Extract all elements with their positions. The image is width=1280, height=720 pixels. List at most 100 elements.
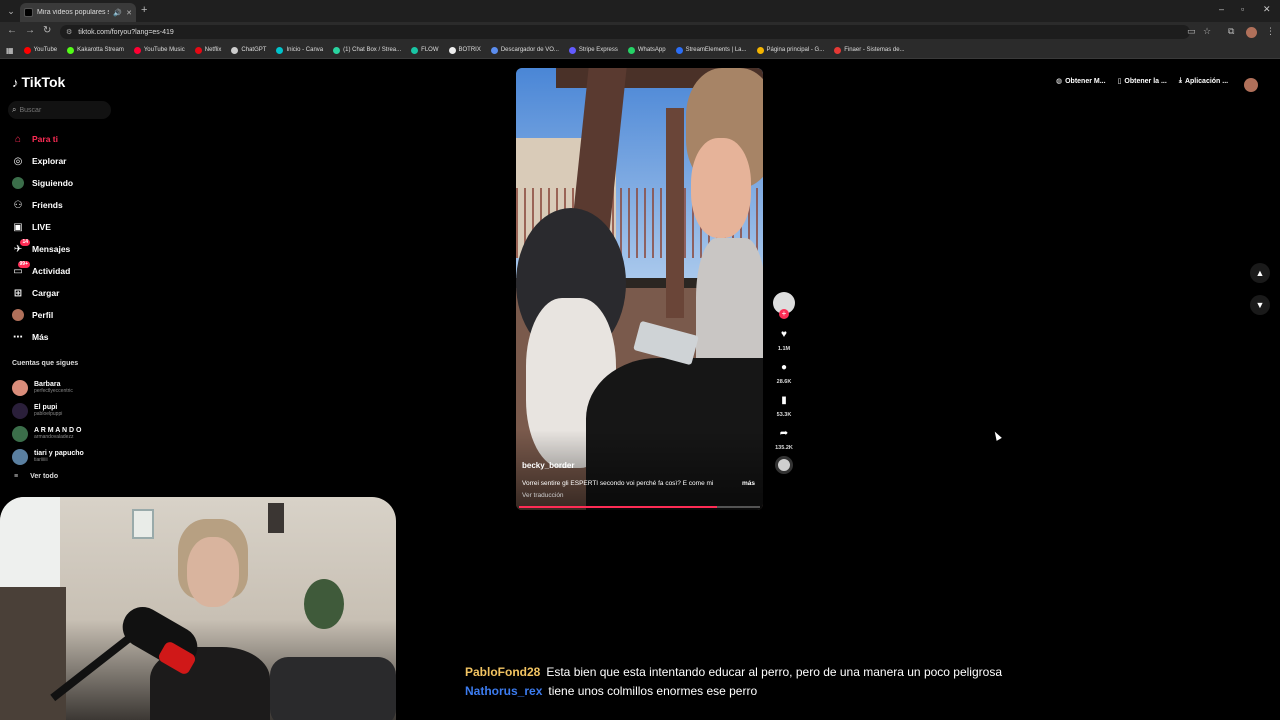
comment-count: 28.6K <box>776 379 792 385</box>
account-name: tiari y papucho <box>34 450 84 457</box>
avatar <box>12 402 28 419</box>
bookmark-downloader[interactable]: Descargador de VO... <box>490 46 559 54</box>
sidebar-item-cargar[interactable]: ⊞ Cargar <box>12 282 132 304</box>
creator-avatar[interactable]: + <box>773 292 795 319</box>
browser-menu-icon[interactable]: ⋮ <box>1266 26 1275 37</box>
comment-button[interactable]: ● 28.6K <box>772 357 796 387</box>
user-avatar[interactable] <box>1244 78 1258 92</box>
see-translation-link[interactable]: Ver traducción <box>522 492 564 499</box>
bookmark-stripe[interactable]: Stripe Express <box>568 46 618 54</box>
tab-list-button[interactable]: ⌄ <box>4 4 18 18</box>
sidebar-item-live[interactable]: ▣ LIVE <box>12 216 132 238</box>
live-icon: ▣ <box>13 221 23 233</box>
bookmark-icon: ▮ <box>774 390 794 410</box>
flow-icon <box>411 46 419 54</box>
google-icon <box>756 46 764 54</box>
bookmark-youtube-music[interactable]: YouTube Music <box>133 46 185 54</box>
bookmark-streamelements[interactable]: StreamElements | La... <box>675 46 747 54</box>
reload-button[interactable]: ↻ <box>43 25 51 36</box>
bookmark-canva[interactable]: Inicio - Canva <box>276 46 323 54</box>
see-all-label: Ver todo <box>30 473 59 480</box>
bookmark-netflix[interactable]: Netflix <box>194 46 221 54</box>
bookmark-whatsapp[interactable]: WhatsApp <box>627 46 666 54</box>
close-tab-icon[interactable]: ✕ <box>126 9 132 17</box>
sidebar-item-mas[interactable]: ⋯ Más <box>12 326 132 348</box>
url-text: tiktok.com/foryou?lang=es-419 <box>78 28 174 36</box>
next-video-button[interactable]: ▼ <box>1250 295 1270 315</box>
previous-video-button[interactable]: ▲ <box>1250 263 1270 283</box>
cast-icon[interactable]: ▭ <box>1187 26 1196 37</box>
tab-title: Mira videos populares sel... <box>37 9 109 16</box>
bookmark-chat-box[interactable]: (1) Chat Box / Strea... <box>333 46 401 54</box>
see-all-link[interactable]: ≡ Ver todo <box>14 473 58 480</box>
chatgpt-icon <box>231 46 239 54</box>
bookmark-chatgpt[interactable]: ChatGPT <box>231 46 266 54</box>
forward-button[interactable]: → <box>25 25 35 36</box>
account-handle: pabloelpuppi <box>34 411 63 417</box>
get-app-button[interactable]: ▯ Obtener la ... <box>1118 77 1167 86</box>
following-account[interactable]: tiari y papucho tiariiiiii <box>12 445 132 468</box>
caption-more-link[interactable]: más <box>742 480 755 487</box>
following-account[interactable]: A R M A N D Oarmandovaladezz <box>12 422 132 445</box>
sidebar-item-para-ti[interactable]: ⌂ Para ti <box>12 128 132 150</box>
desktop-app-button[interactable]: ⤓ Aplicación ... <box>1179 77 1228 85</box>
sidebar-item-label: Mensajes <box>32 244 71 254</box>
search-icon: ⌕ <box>12 105 17 114</box>
follow-plus-icon[interactable]: + <box>779 309 789 319</box>
browser-profile-avatar[interactable] <box>1246 27 1257 38</box>
sidebar-item-siguiendo[interactable]: Siguiendo <box>12 172 132 194</box>
following-account[interactable]: El pupi pabloelpuppi <box>12 399 132 422</box>
search-input[interactable]: ⌕ Buscar <box>8 101 111 119</box>
url-field[interactable]: ⚙ tiktok.com/foryou?lang=es-419 <box>60 25 1190 39</box>
stripe-icon <box>568 46 576 54</box>
activity-badge: 99+ <box>17 261 30 268</box>
maximize-button[interactable]: ▫ <box>1241 4 1244 14</box>
tiktok-logo[interactable]: ♪ TikTok <box>12 74 65 90</box>
browser-tab[interactable]: Mira videos populares sel... 🔊 ✕ <box>20 3 136 22</box>
bookmark-botrix[interactable]: BOTRIX <box>448 46 481 54</box>
sidebar-item-mensajes[interactable]: ✈ 14 Mensajes <box>12 238 132 260</box>
messages-icon: ✈ 14 <box>13 239 30 255</box>
back-button[interactable]: ← <box>7 25 17 36</box>
sidebar-item-perfil[interactable]: Perfil <box>12 304 132 326</box>
webcam-chair <box>270 657 396 720</box>
close-window-button[interactable]: ✕ <box>1263 4 1271 15</box>
video-player[interactable]: becky_border Vorrei sentire gli ESPERTI … <box>516 68 763 510</box>
minimize-button[interactable]: – <box>1219 4 1224 14</box>
mouse-cursor-icon <box>992 430 1002 441</box>
video-actions: + ♥ 1.1M ● 28.6K ▮ 53.3K ➦ 135.2K <box>772 292 796 474</box>
sound-disc[interactable] <box>775 456 793 474</box>
share-count: 135.2K <box>775 445 793 451</box>
bookmark-flow[interactable]: FLOW <box>411 46 439 54</box>
following-account[interactable]: Barbara perfectlyeccentric <box>12 376 132 399</box>
bookmark-star-icon[interactable]: ☆ <box>1203 26 1211 37</box>
get-coins-button[interactable]: ◍ Obtener M... <box>1056 77 1106 86</box>
video-author[interactable]: becky_border <box>522 461 574 470</box>
save-button[interactable]: ▮ 53.3K <box>772 390 796 420</box>
chat-username: PabloFond28 <box>465 665 541 679</box>
bookmark-kick[interactable]: Kakarotta Stream <box>67 46 124 54</box>
friends-icon: ⚇ <box>13 199 23 211</box>
sidebar-item-actividad[interactable]: ▭ 99+ Actividad <box>12 260 132 282</box>
new-tab-button[interactable]: + <box>141 4 147 16</box>
bookmark-youtube[interactable]: YouTube <box>23 46 57 54</box>
chat-username: Nathorus_rex <box>465 684 543 698</box>
extensions-icon[interactable]: ⧉ <box>1228 26 1234 37</box>
video-progress-bar[interactable] <box>519 506 760 508</box>
like-count: 1.1M <box>777 346 791 352</box>
chat-message: PabloFond28 Esta bien que esta intentand… <box>465 664 1265 683</box>
audio-icon[interactable]: 🔊 <box>113 9 122 17</box>
canva-icon <box>276 46 284 54</box>
sidebar-item-label: Explorar <box>32 156 67 166</box>
like-button[interactable]: ♥ 1.1M <box>772 324 796 354</box>
sidebar-item-explorar[interactable]: ◎ Explorar <box>12 150 132 172</box>
bookmark-finaer[interactable]: Finaer - Sistemas de... <box>834 46 905 54</box>
apps-grid-icon[interactable]: ▦ <box>6 46 14 55</box>
share-button[interactable]: ➦ 135.2K <box>772 423 796 453</box>
sidebar-item-friends[interactable]: ⚇ Friends <box>12 194 132 216</box>
bookmark-google-page[interactable]: Página principal - G... <box>756 46 824 54</box>
profile-icon <box>12 309 24 321</box>
site-info-icon[interactable]: ⚙ <box>66 28 72 36</box>
upload-icon: ⊞ <box>13 287 23 299</box>
list-icon: ≡ <box>14 473 19 480</box>
